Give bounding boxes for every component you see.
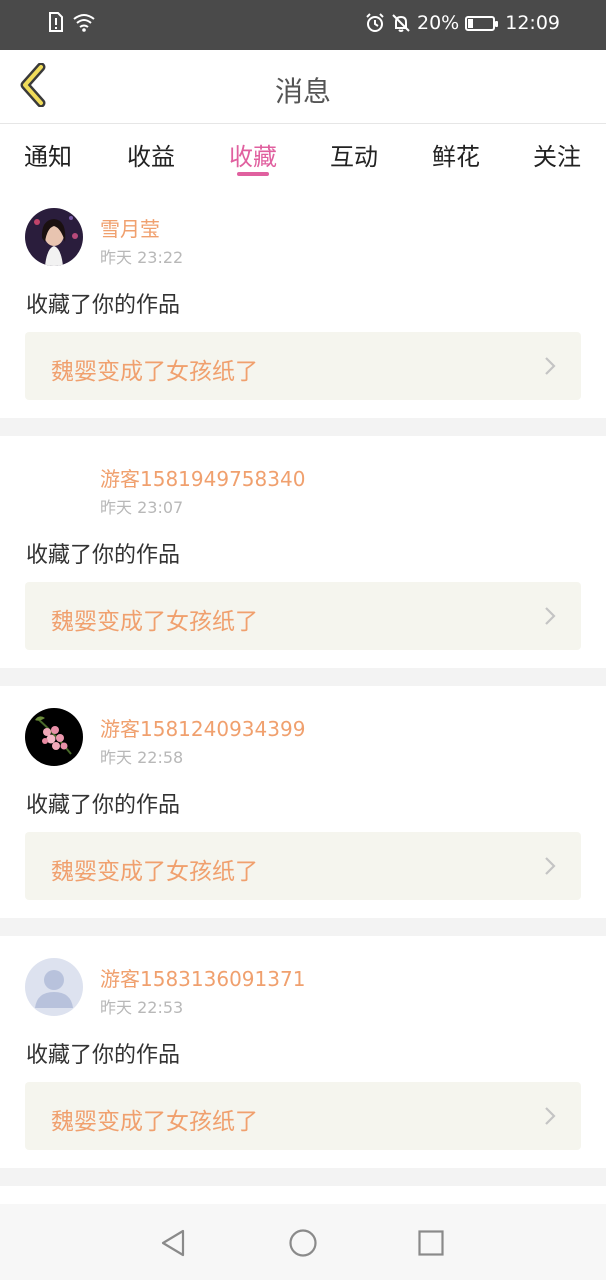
sim-alert-icon [48,12,64,32]
tab-favorites[interactable]: 收藏 [229,137,277,172]
home-circle-icon[interactable] [288,1228,318,1258]
back-triangle-icon[interactable] [158,1228,188,1258]
username[interactable]: 游客1581949758340 [100,463,305,492]
battery-percent: 20% [417,12,460,34]
active-tab-indicator [237,172,269,176]
username[interactable]: 游客1581240934399 [100,713,305,742]
tab-interactions[interactable]: 互动 [330,137,378,172]
timestamp: 昨天 22:58 [100,748,184,767]
tab-following[interactable]: 关注 [533,137,581,172]
status-bar: 20% 12:09 [0,0,606,50]
divider [0,668,606,686]
divider [0,918,606,936]
timestamp: 昨天 22:53 [100,998,184,1017]
list-item: 游客1581240934399 昨天 22:58 收藏了你的作品 魏婴变成了女孩… [0,686,606,918]
mute-bell-icon [391,13,411,33]
work-link[interactable]: 魏婴变成了女孩纸了 [25,582,581,650]
wifi-icon [72,12,96,32]
username[interactable]: 雪月莹 [100,213,160,242]
default-user-icon[interactable] [25,958,83,1016]
clock: 12:09 [505,12,560,34]
system-nav-bar [0,1204,606,1280]
tab-notifications[interactable]: 通知 [24,137,72,172]
action-text: 收藏了你的作品 [26,793,181,818]
tab-bar: 通知 收益 收藏 互动 鲜花 关注 [0,125,606,183]
alarm-icon [365,13,385,33]
chevron-right-icon [545,857,556,875]
divider [0,418,606,436]
divider [0,1168,606,1186]
chevron-right-icon [545,357,556,375]
tab-flowers[interactable]: 鲜花 [432,137,480,172]
timestamp: 昨天 23:07 [100,498,184,517]
avatar[interactable] [25,208,83,266]
list-item: 游客1581949758340 昨天 23:07 收藏了你的作品 魏婴变成了女孩… [0,436,606,668]
recents-square-icon[interactable] [416,1228,446,1258]
chevron-right-icon [545,1107,556,1125]
page-title: 消息 [274,75,331,108]
work-link[interactable]: 魏婴变成了女孩纸了 [25,1082,581,1150]
work-title: 魏婴变成了女孩纸了 [51,1109,258,1135]
list-item: 雪月莹 昨天 23:22 收藏了你的作品 魏婴变成了女孩纸了 [0,186,606,418]
chevron-right-icon [545,607,556,625]
action-text: 收藏了你的作品 [26,1043,181,1068]
work-title: 魏婴变成了女孩纸了 [51,609,258,635]
tab-earnings[interactable]: 收益 [127,137,175,172]
battery-charging-icon [465,15,499,31]
username[interactable]: 游客1583136091371 [100,963,305,992]
work-link[interactable]: 魏婴变成了女孩纸了 [25,832,581,900]
avatar[interactable] [25,708,83,766]
work-title: 魏婴变成了女孩纸了 [51,359,258,385]
app-header: 消息 [0,50,606,124]
action-text: 收藏了你的作品 [26,293,181,318]
work-link[interactable]: 魏婴变成了女孩纸了 [25,332,581,400]
message-list: 雪月莹 昨天 23:22 收藏了你的作品 魏婴变成了女孩纸了 游客1581949… [0,186,606,1186]
work-title: 魏婴变成了女孩纸了 [51,859,258,885]
list-item: 游客1583136091371 昨天 22:53 收藏了你的作品 魏婴变成了女孩… [0,936,606,1168]
timestamp: 昨天 23:22 [100,248,184,267]
action-text: 收藏了你的作品 [26,543,181,568]
